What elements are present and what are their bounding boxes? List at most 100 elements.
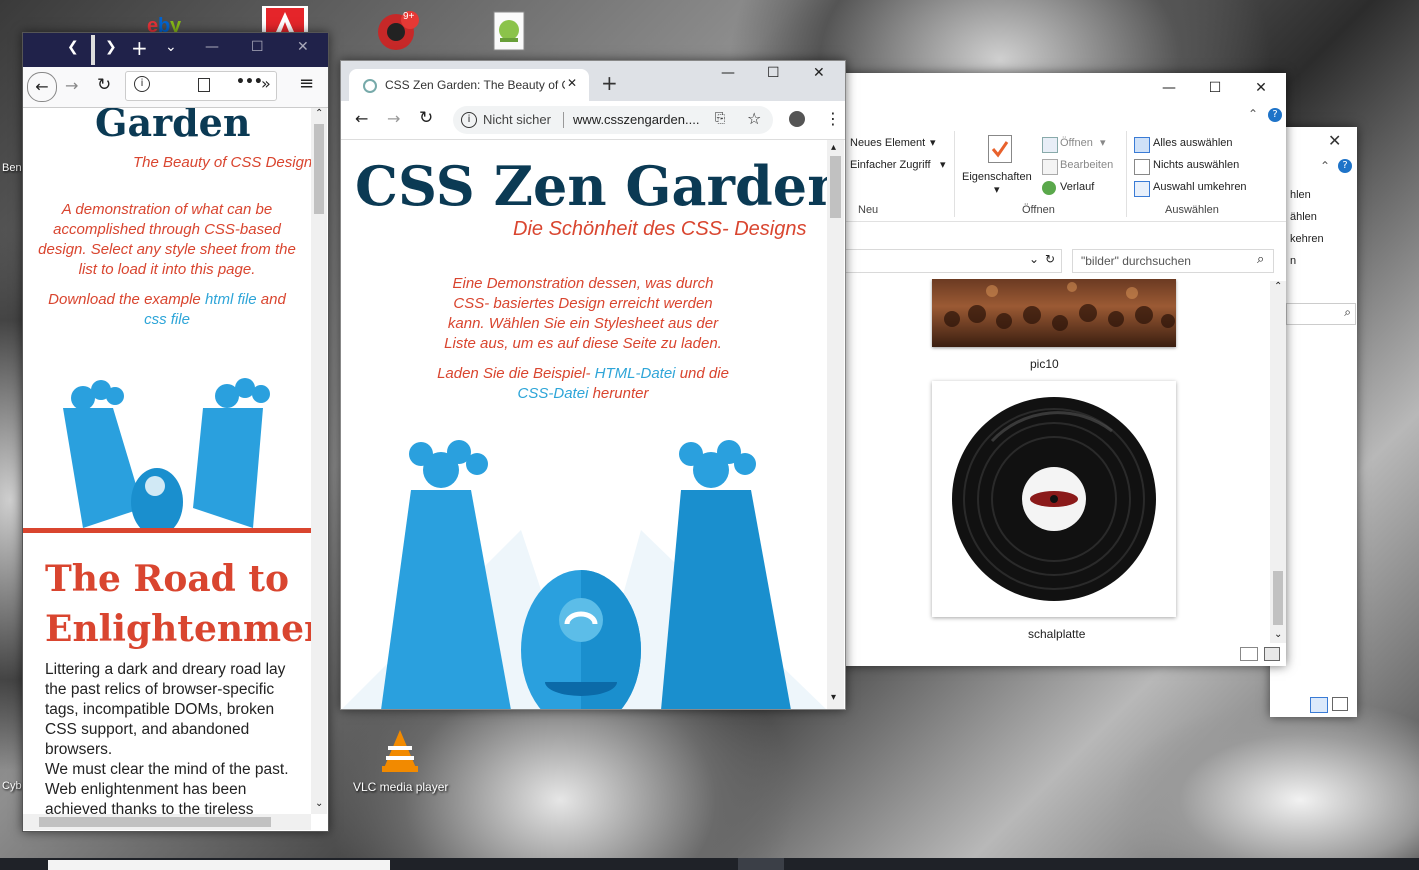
overflow-menu-icon[interactable]: » <box>261 74 271 93</box>
invert-selection-button[interactable]: Auswahl umkehren <box>1153 181 1247 193</box>
info-icon[interactable]: i <box>461 112 477 128</box>
minimize-button[interactable]: — <box>721 65 735 81</box>
maximize-button[interactable]: ☐ <box>767 65 780 81</box>
chevron-down-icon[interactable]: ⌄ <box>1029 252 1039 266</box>
css-file-link[interactable]: CSS-Datei <box>518 385 589 402</box>
help-icon[interactable]: ? <box>1268 108 1282 122</box>
properties-button[interactable]: Eigenschaften <box>962 171 1032 183</box>
page-actions-icon[interactable]: ••• <box>236 74 263 90</box>
taskbar-search-box[interactable] <box>48 860 390 870</box>
chevron-up-icon[interactable]: ⌃ <box>1320 159 1330 173</box>
explorer-window[interactable]: — ☐ ✕ ⌃ ? Neues Element ▾ Einfacher Zugr… <box>840 73 1286 666</box>
tab-list-icon[interactable]: ⌄ <box>165 39 177 55</box>
new-tab-icon[interactable]: + <box>601 71 618 95</box>
new-tab-icon[interactable]: + <box>131 36 148 60</box>
file-name-pic10[interactable]: pic10 <box>1030 357 1059 371</box>
tab-scroll-left-icon[interactable]: ❮ <box>67 39 79 55</box>
firefox-window[interactable]: ❮ ❯ + ⌄ — ☐ ✕ ← → ↻ i ••• » ≡ Garden The… <box>22 32 329 832</box>
hamburger-menu-icon[interactable]: ≡ <box>299 73 314 94</box>
active-tab-indicator[interactable] <box>91 35 95 65</box>
url-bar[interactable]: i ••• <box>125 71 277 101</box>
css-file-link[interactable]: css file <box>144 311 190 328</box>
scrollbar-thumb[interactable] <box>314 124 324 214</box>
vlc-shortcut-icon[interactable] <box>378 728 418 772</box>
help-icon[interactable]: ? <box>1338 159 1352 173</box>
reload-button[interactable]: ↻ <box>97 75 111 95</box>
edit-button[interactable]: Bearbeiten <box>1060 159 1113 171</box>
firefox-vertical-scrollbar[interactable]: ⌃ ⌄ <box>311 108 327 814</box>
easy-access-button[interactable]: Einfacher Zugriff <box>850 159 931 171</box>
road-heading-line2: Enlightenmen <box>45 608 311 650</box>
view-tiles-icon[interactable] <box>1264 647 1280 661</box>
notepad-plus-shortcut-icon[interactable] <box>490 8 530 51</box>
omnibox[interactable]: i Nicht sicher www.csszengarden.... ⎘ ☆ <box>453 106 773 134</box>
chrome-vertical-scrollbar[interactable]: ▴ ▾ <box>827 140 844 709</box>
maximize-button[interactable]: ☐ <box>251 39 264 55</box>
security-label[interactable]: Nicht sicher <box>483 112 551 127</box>
tab-css-zen-garden[interactable]: CSS Zen Garden: The Beauty of C ✕ <box>349 69 589 101</box>
scrollbar-thumb[interactable] <box>830 156 841 218</box>
history-button[interactable]: Verlauf <box>1060 181 1094 193</box>
game-app-shortcut-icon[interactable]: 9+ <box>376 8 419 50</box>
scroll-down-icon[interactable]: ▾ <box>831 692 836 703</box>
download-suffix: herunter <box>588 385 649 402</box>
close-button[interactable]: ✕ <box>1238 73 1284 103</box>
tab-scroll-right-icon[interactable]: ❯ <box>105 39 117 55</box>
minimize-button[interactable]: — <box>1146 73 1192 103</box>
close-button[interactable]: ✕ <box>813 65 825 81</box>
chrome-window[interactable]: CSS Zen Garden: The Beauty of C ✕ + — ☐ … <box>340 60 846 710</box>
file-name-schalplatte[interactable]: schalplatte <box>1028 627 1085 641</box>
view-details-icon[interactable] <box>1310 697 1328 713</box>
tab-close-icon[interactable]: ✕ <box>567 76 577 90</box>
minimize-button[interactable]: — <box>205 39 219 55</box>
vlc-label[interactable]: VLC media player <box>353 780 448 794</box>
scroll-up-icon[interactable]: ⌃ <box>1274 281 1282 292</box>
forward-button[interactable]: → <box>65 76 78 95</box>
explorer-scrollbar[interactable]: ⌃ ⌄ <box>1270 281 1286 643</box>
search-field-back[interactable]: ⌕ <box>1286 303 1356 325</box>
chrome-toolbar: ← → ↻ i Nicht sicher www.csszengarden...… <box>341 101 845 140</box>
profile-avatar-icon[interactable] <box>789 111 805 127</box>
scrollbar-thumb[interactable] <box>1273 571 1283 625</box>
reader-view-icon[interactable] <box>198 78 210 92</box>
select-all-button[interactable]: Alles auswählen <box>1153 137 1233 149</box>
new-item-button[interactable]: Neues Element <box>850 137 925 149</box>
maximize-button[interactable]: ☐ <box>1192 73 1238 103</box>
properties-icon[interactable] <box>988 135 1012 163</box>
select-none-button[interactable]: Nichts auswählen <box>1153 159 1239 171</box>
info-icon[interactable]: i <box>134 76 150 92</box>
bookmark-star-icon[interactable]: ☆ <box>747 109 761 128</box>
scroll-down-icon[interactable]: ⌄ <box>1274 629 1282 640</box>
close-icon[interactable]: ✕ <box>1328 131 1341 150</box>
taskbar-app-slot[interactable] <box>738 858 784 870</box>
partial-label-1: hlen <box>1290 189 1311 201</box>
reload-button[interactable]: ↻ <box>419 108 433 128</box>
chevron-up-icon[interactable]: ⌃ <box>1248 107 1258 121</box>
partial-label-3: kehren <box>1290 233 1324 245</box>
dropdown-arrow-icon: ▾ <box>930 137 936 149</box>
refresh-icon[interactable]: ↻ <box>1045 252 1055 266</box>
scroll-down-icon[interactable]: ⌄ <box>315 798 323 809</box>
html-file-link[interactable]: HTML-Datei <box>595 365 676 382</box>
file-pane: pic10 schalplatte <box>840 279 1270 643</box>
scroll-up-icon[interactable]: ⌃ <box>315 108 323 119</box>
zen-title: Garden <box>95 108 251 145</box>
scroll-up-icon[interactable]: ▴ <box>831 142 836 153</box>
thumbnail-pic10[interactable] <box>932 279 1176 347</box>
translate-icon[interactable]: ⎘ <box>715 111 725 126</box>
firefox-horizontal-scrollbar[interactable] <box>23 814 311 830</box>
scrollbar-thumb[interactable] <box>39 817 271 827</box>
html-file-link[interactable]: html file <box>205 291 257 308</box>
url-text[interactable]: www.csszengarden.... <box>573 112 699 127</box>
address-bar[interactable]: ⌄ ↻ <box>840 249 1062 273</box>
back-button[interactable]: ← <box>27 72 57 102</box>
back-button[interactable]: ← <box>355 109 368 128</box>
view-details-icon[interactable] <box>1240 647 1258 661</box>
search-input[interactable]: "bilder" durchsuchen ⌕ <box>1072 249 1274 273</box>
open-button[interactable]: Öffnen <box>1060 137 1093 149</box>
thumbnail-schalplatte[interactable] <box>932 381 1176 617</box>
menu-kebab-icon[interactable]: ⋮ <box>825 109 841 128</box>
forward-button[interactable]: → <box>387 109 400 128</box>
close-button[interactable]: ✕ <box>297 39 309 55</box>
view-tiles-icon[interactable] <box>1332 697 1348 711</box>
